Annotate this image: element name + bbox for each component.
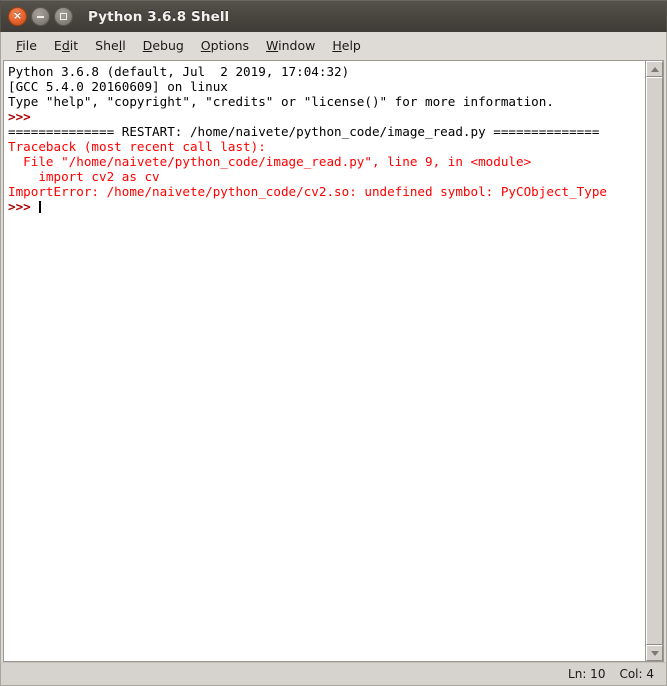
maximize-button[interactable] — [54, 7, 73, 26]
scrollbar-trough[interactable] — [646, 77, 663, 645]
shell-line: Type "help", "copyright", "credits" or "… — [8, 94, 554, 109]
chevron-up-icon — [650, 66, 659, 72]
shell-line: File "/home/naivete/python_code/image_re… — [8, 154, 532, 169]
menu-label-help: Help — [332, 37, 361, 53]
menu-label-shell: Shell — [95, 37, 126, 53]
maximize-icon — [60, 13, 67, 20]
shell-text-frame: Python 3.6.8 (default, Jul 2 2019, 17:04… — [3, 60, 664, 662]
menu-item-help[interactable]: Help — [324, 36, 370, 55]
menu-item-debug[interactable]: Debug — [135, 36, 193, 55]
status-column-number: Col: 4 — [619, 667, 654, 681]
shell-output-area[interactable]: Python 3.6.8 (default, Jul 2 2019, 17:04… — [4, 61, 645, 661]
menu-label-window: Window — [266, 37, 316, 53]
shell-line: >>> — [8, 109, 31, 124]
shell-line: ============== RESTART: /home/naivete/py… — [8, 124, 600, 139]
chevron-down-icon — [650, 650, 659, 656]
window-title: Python 3.6.8 Shell — [88, 8, 230, 25]
title-bar[interactable]: × Python 3.6.8 Shell — [0, 0, 667, 32]
menu-item-edit[interactable]: Edit — [46, 36, 87, 55]
text-cursor — [39, 201, 42, 213]
shell-line: ImportError: /home/naivete/python_code/c… — [8, 184, 607, 199]
menu-label-debug: Debug — [142, 37, 184, 53]
close-icon: × — [12, 9, 23, 22]
minimize-button[interactable] — [31, 7, 50, 26]
menu-label-options: Options — [200, 37, 250, 53]
menu-item-file[interactable]: File — [8, 36, 46, 55]
shell-line: Traceback (most recent call last): — [8, 139, 266, 154]
menu-label-file: File — [16, 37, 37, 53]
shell-line: Python 3.6.8 (default, Jul 2 2019, 17:04… — [8, 64, 350, 79]
menu-bar: File Edit Shell Debug Options Window Hel… — [0, 32, 667, 58]
close-button[interactable]: × — [8, 7, 27, 26]
menu-item-window[interactable]: Window — [258, 36, 324, 55]
vertical-scrollbar[interactable] — [645, 61, 663, 661]
menu-item-options[interactable]: Options — [193, 36, 258, 55]
status-bar: Ln: 10 Col: 4 — [0, 662, 667, 686]
minimize-icon — [37, 15, 44, 18]
menu-label-edit: Edit — [53, 37, 79, 53]
idle-shell-window: × Python 3.6.8 Shell File Edit Shell Deb… — [0, 0, 667, 686]
window-controls: × — [8, 7, 73, 26]
menu-item-shell[interactable]: Shell — [87, 36, 135, 55]
shell-body: Python 3.6.8 (default, Jul 2 2019, 17:04… — [0, 58, 667, 662]
scroll-down-button[interactable] — [646, 645, 663, 661]
status-line-number: Ln: 10 — [568, 667, 606, 681]
shell-line: import cv2 as cv — [8, 169, 160, 184]
shell-line: >>> — [8, 199, 645, 214]
shell-line: [GCC 5.4.0 20160609] on linux — [8, 79, 228, 94]
scrollbar-thumb[interactable] — [646, 77, 663, 645]
scroll-up-button[interactable] — [646, 61, 663, 77]
